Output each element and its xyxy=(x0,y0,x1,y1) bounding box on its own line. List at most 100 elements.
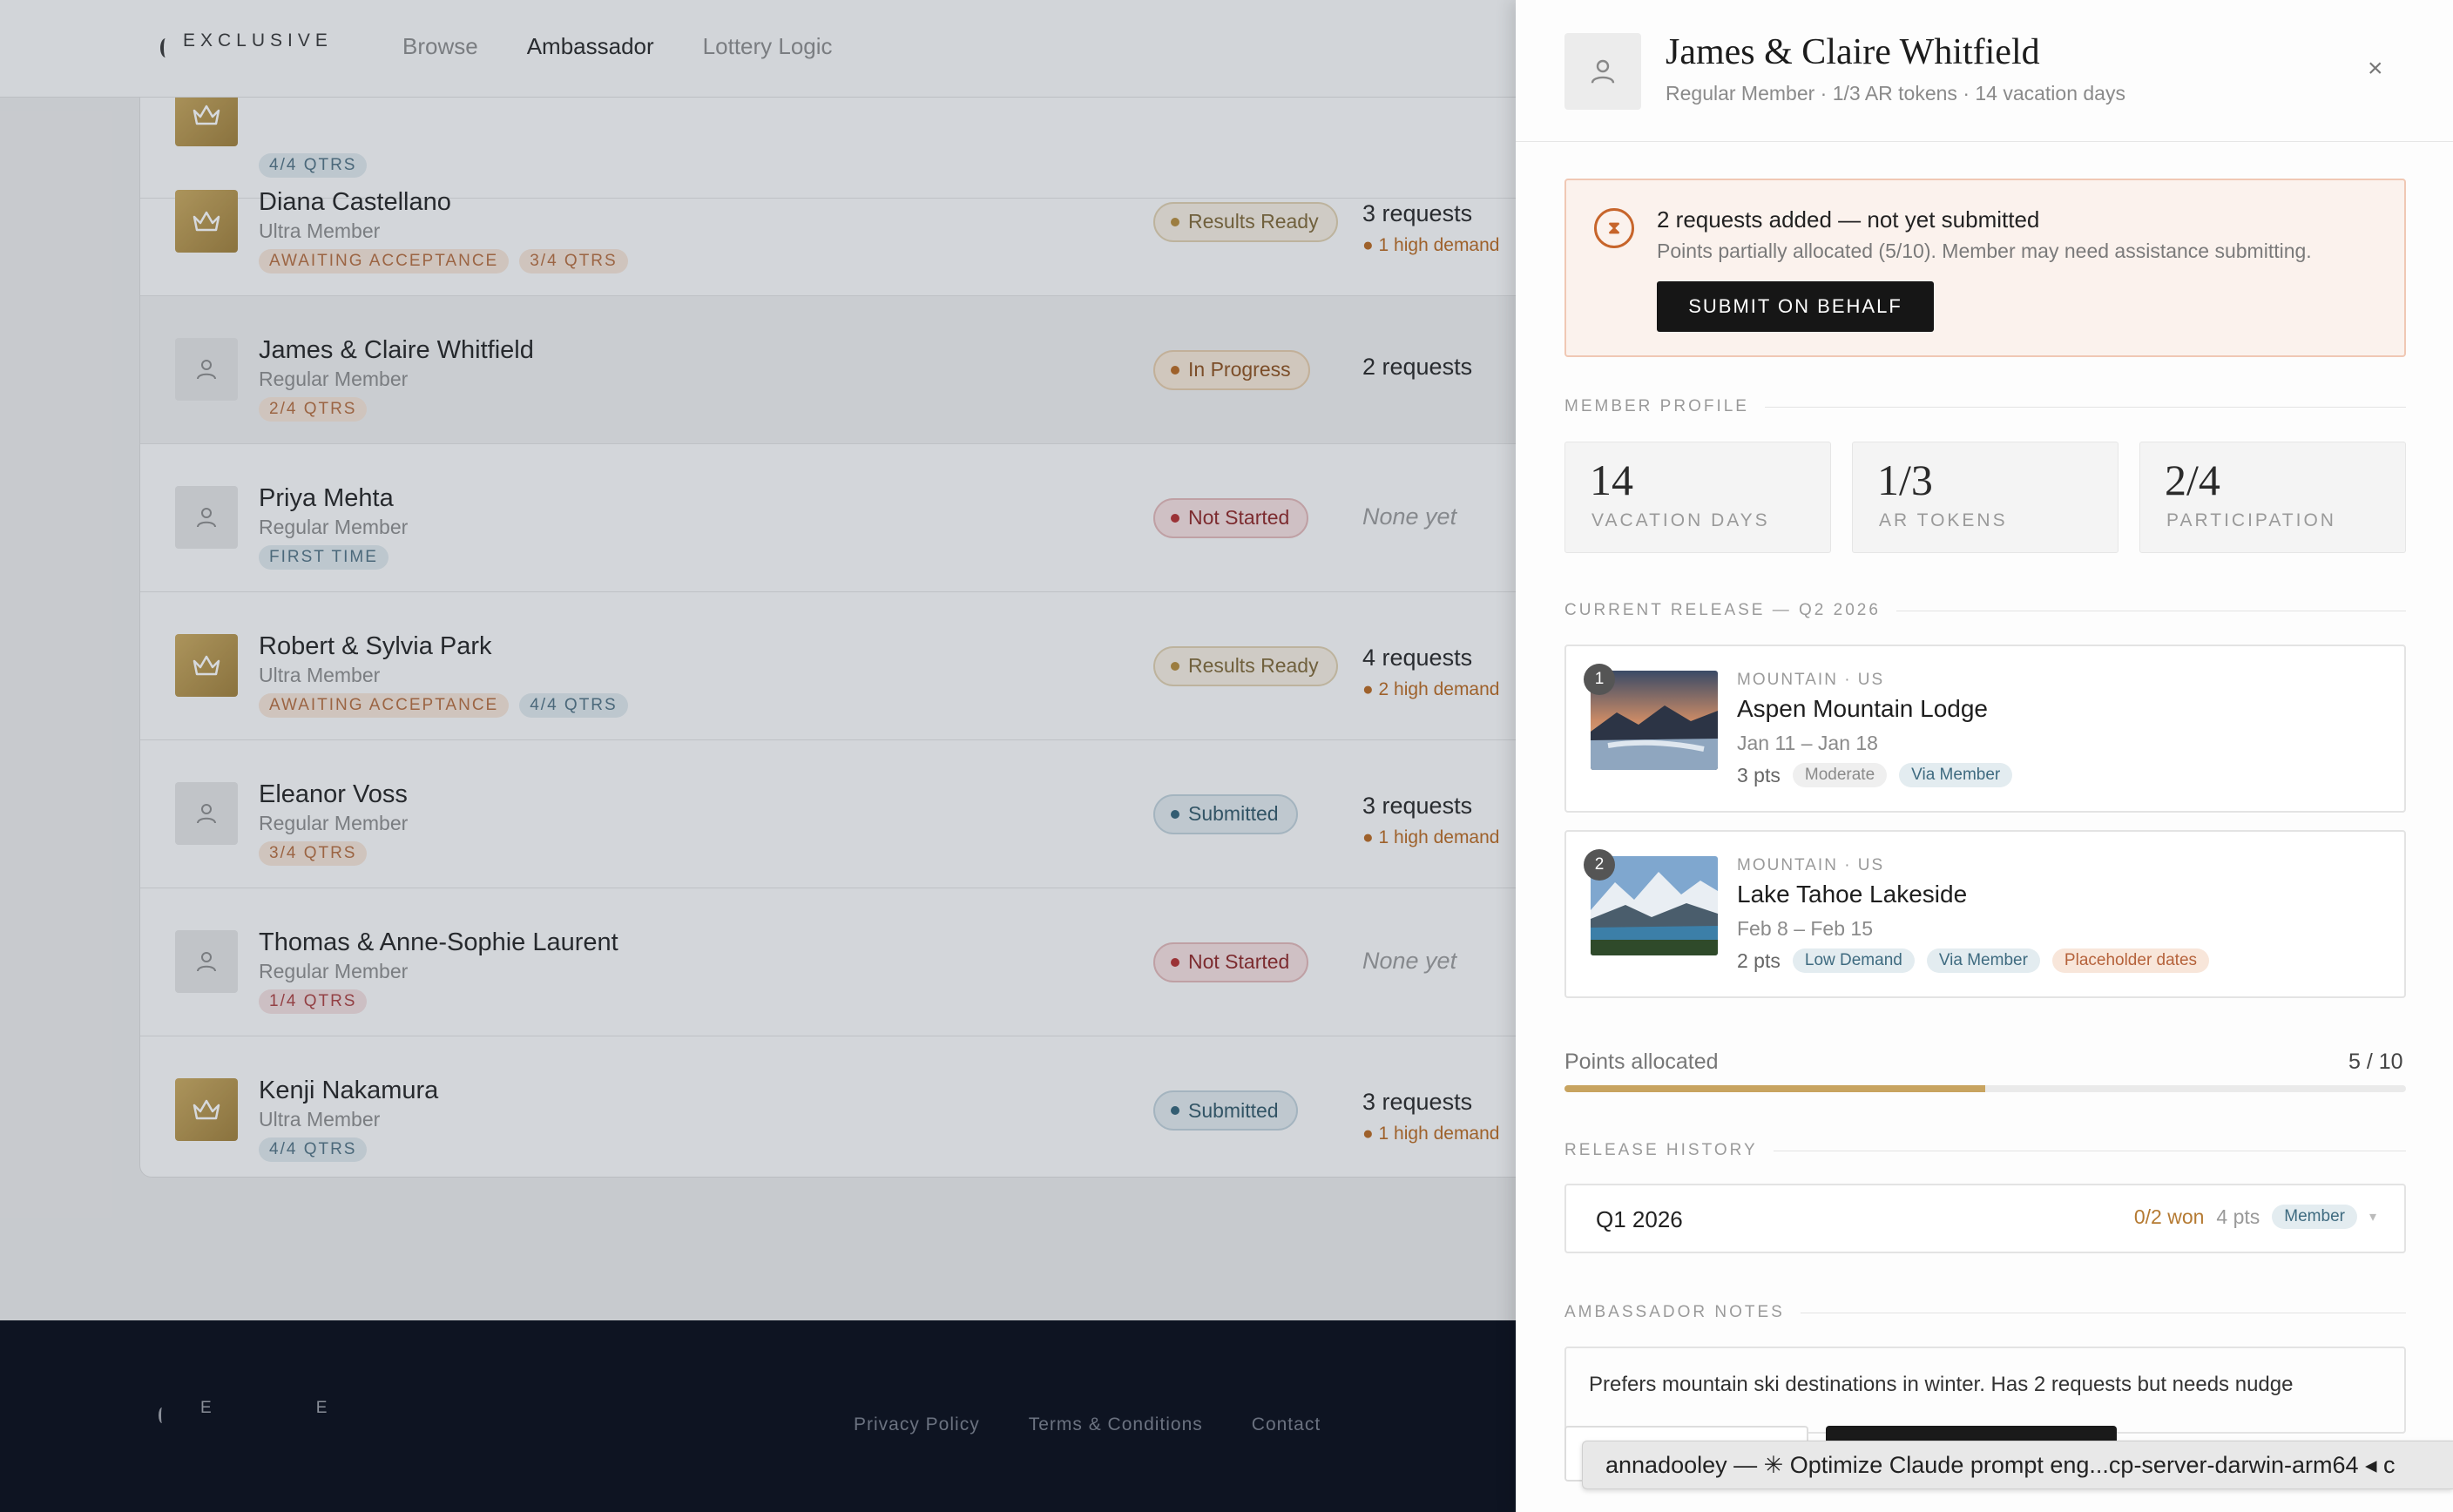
demand-chip: Low Demand xyxy=(1792,948,1915,973)
history-won: 0/2 won xyxy=(2133,1205,2205,1228)
section-current-release: CURRENT RELEASE — Q2 2026 xyxy=(1564,601,2406,620)
brand-name: EXCLUSIVE xyxy=(183,30,333,51)
member-list: 4/4 QTRS Diana Castellano Ultra Member A… xyxy=(139,98,1568,1178)
history-row[interactable]: Q1 2026 0/2 won 4 pts Member ▾ xyxy=(1564,1184,2406,1253)
member-name: Eleanor Voss xyxy=(259,780,408,808)
section-release-history: RELEASE HISTORY xyxy=(1564,1141,2406,1160)
request-destination: Aspen Mountain Lodge xyxy=(1737,695,1988,722)
member-tags: 1/4 QTRS xyxy=(259,989,368,1014)
tag: 2/4 QTRS xyxy=(259,397,368,422)
footer-link-contact[interactable]: Contact xyxy=(1252,1414,1321,1435)
status-badge: Results Ready xyxy=(1153,645,1338,686)
submission-alert: ⧗ 2 requests added — not yet submitted P… xyxy=(1564,179,2406,357)
hourglass-icon: ⧗ xyxy=(1594,208,1634,248)
avatar xyxy=(175,485,238,549)
status-badge: Not Started xyxy=(1153,942,1309,982)
top-nav: EXCLUSIVE Browse Ambassador Lottery Logi… xyxy=(0,0,1516,98)
member-tags: 4/4 QTRS xyxy=(259,1137,368,1162)
avatar xyxy=(175,633,238,697)
request-count: 3 requests xyxy=(1362,1089,1473,1115)
tag: AWAITING ACCEPTANCE xyxy=(259,693,510,718)
submit-on-behalf-button[interactable]: SUBMIT ON BEHALF xyxy=(1657,281,1934,332)
ambassador-notes[interactable]: Prefers mountain ski destinations in win… xyxy=(1564,1347,2406,1434)
source-chip: Via Member xyxy=(1899,763,2013,787)
tag: 4/4 QTRS xyxy=(519,693,628,718)
avatar xyxy=(175,1078,238,1141)
brand-moon-icon xyxy=(160,38,171,57)
chevron-down-icon[interactable]: ▾ xyxy=(2369,1208,2376,1225)
member-type: Regular Member xyxy=(259,368,409,390)
points-progress-bar xyxy=(1564,1085,2406,1092)
member-name: Kenji Nakamura xyxy=(259,1077,439,1104)
member-name: James & Claire Whitfield xyxy=(259,336,534,364)
member-tags: 2/4 QTRS xyxy=(259,397,368,422)
avatar xyxy=(175,337,238,401)
request-count: None yet xyxy=(1362,503,1457,530)
member-row[interactable]: Robert & Sylvia Park Ultra Member AWAITI… xyxy=(140,592,1567,740)
request-card[interactable]: 1 MOUNTAIN · US Aspen Mountain Lodge Jan… xyxy=(1564,645,2406,813)
avatar xyxy=(175,189,238,253)
member-type: Regular Member xyxy=(259,812,409,834)
footer-brand: E E xyxy=(159,1399,327,1423)
drawer-member-subtitle: Regular Member · 1/3 AR tokens · 14 vaca… xyxy=(1666,82,2125,105)
member-name: Thomas & Anne-Sophie Laurent xyxy=(259,928,618,956)
status-dot xyxy=(1171,365,1179,375)
status-dot xyxy=(1171,217,1179,226)
person-icon xyxy=(1591,59,1615,84)
member-type: Regular Member xyxy=(259,516,409,538)
stat-vacation-days: 14 VACATION DAYS xyxy=(1564,442,1831,553)
footer-link-terms[interactable]: Terms & Conditions xyxy=(1029,1414,1203,1435)
demand-chip: Moderate xyxy=(1792,763,1888,787)
member-row[interactable]: Eleanor Voss Regular Member 3/4 QTRS Sub… xyxy=(140,740,1567,888)
alert-description: Points partially allocated (5/10). Membe… xyxy=(1657,240,2312,262)
points-allocated-label: Points allocated xyxy=(1564,1050,1719,1074)
status-badge: Submitted xyxy=(1153,1090,1298,1131)
member-row[interactable]: Priya Mehta Regular Member FIRST TIME No… xyxy=(140,444,1567,592)
section-ambassador-notes: AMBASSADOR NOTES xyxy=(1564,1303,2406,1322)
brand-logo[interactable]: EXCLUSIVE xyxy=(160,28,333,57)
nav-link-ambassador[interactable]: Ambassador xyxy=(527,33,654,60)
member-name: Diana Castellano xyxy=(259,188,451,216)
avatar xyxy=(175,929,238,993)
status-dot xyxy=(1171,1106,1179,1115)
nav-link-browse[interactable]: Browse xyxy=(402,33,478,60)
request-location: MOUNTAIN · US xyxy=(1737,671,1885,689)
tag: AWAITING ACCEPTANCE xyxy=(259,249,510,273)
nav-link-lottery-logic[interactable]: Lottery Logic xyxy=(703,33,833,60)
status-dot xyxy=(1171,957,1179,967)
section-member-profile: MEMBER PROFILE xyxy=(1564,397,2406,416)
footer-link-privacy[interactable]: Privacy Policy xyxy=(854,1414,980,1435)
high-demand-count: ● 2 high demand xyxy=(1362,679,1500,699)
member-type: Regular Member xyxy=(259,960,409,982)
status-badge: Not Started xyxy=(1153,497,1309,538)
footer: E E Privacy Policy Terms & Conditions Co… xyxy=(0,1320,1516,1512)
rank-badge: 2 xyxy=(1584,849,1615,881)
member-row[interactable]: Thomas & Anne-Sophie Laurent Regular Mem… xyxy=(140,888,1567,1036)
tag: 1/4 QTRS xyxy=(259,989,368,1014)
member-tags: FIRST TIME xyxy=(259,545,389,570)
drawer-member-name: James & Claire Whitfield xyxy=(1666,32,2040,72)
request-card[interactable]: 2 MOUNTAIN · US Lake Tahoe Lakeside Feb … xyxy=(1564,830,2406,998)
points-progress-fill xyxy=(1564,1085,1985,1092)
request-count: 3 requests xyxy=(1362,200,1473,226)
request-dates: Jan 11 – Jan 18 xyxy=(1737,732,1878,754)
member-detail-drawer: James & Claire Whitfield Regular Member … xyxy=(1516,0,2453,1512)
status-dot xyxy=(1171,809,1179,819)
close-icon[interactable]: × xyxy=(2368,54,2383,84)
member-row[interactable]: Kenji Nakamura Ultra Member 4/4 QTRS Sub… xyxy=(140,1036,1567,1177)
avatar xyxy=(1564,33,1641,110)
member-type: Ultra Member xyxy=(259,219,381,242)
request-meta: 2 pts Low Demand Via Member Placeholder … xyxy=(1737,948,2210,973)
status-badge: In Progress xyxy=(1153,349,1310,390)
member-row-selected[interactable]: James & Claire Whitfield Regular Member … xyxy=(140,296,1567,444)
request-destination: Lake Tahoe Lakeside xyxy=(1737,881,1968,908)
footer-moon-icon xyxy=(159,1407,166,1423)
person-icon xyxy=(197,507,216,527)
tag: 4/4 QTRS xyxy=(259,1137,368,1162)
member-row[interactable]: Diana Castellano Ultra Member AWAITING A… xyxy=(140,148,1567,296)
taskbar-window-title[interactable]: annadooley — ✳ Optimize Claude prompt en… xyxy=(1582,1441,2453,1489)
history-source-chip: Member xyxy=(2272,1205,2357,1229)
points-allocated-value: 5 / 10 xyxy=(2348,1050,2403,1074)
crown-icon xyxy=(193,211,220,231)
status-badge: Results Ready xyxy=(1153,201,1338,242)
